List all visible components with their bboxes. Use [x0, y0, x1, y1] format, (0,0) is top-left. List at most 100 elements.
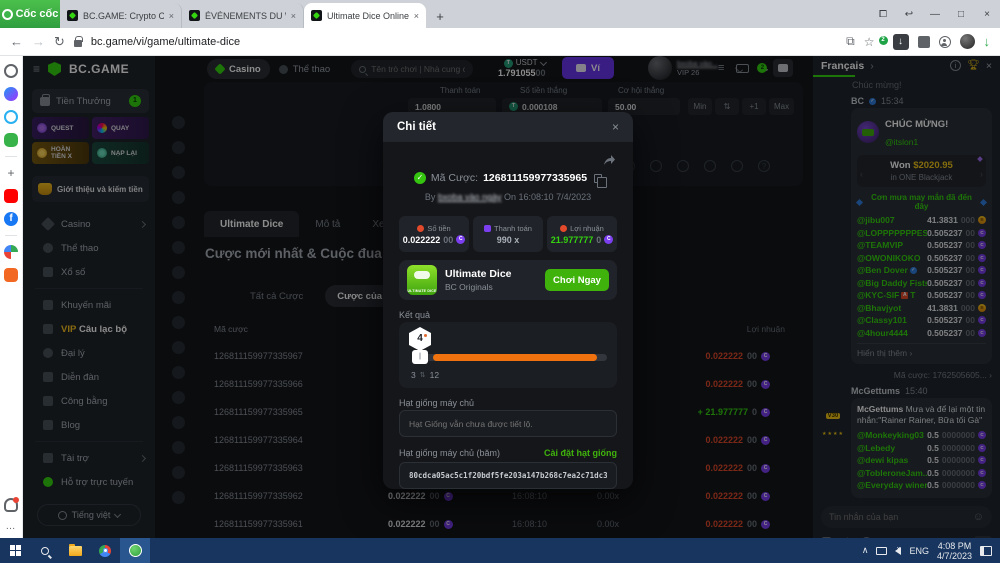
- min-button[interactable]: Min: [688, 98, 712, 115]
- server-seed-box[interactable]: [399, 410, 617, 437]
- copy-icon[interactable]: [594, 174, 602, 183]
- sidebar-item-lottery[interactable]: Xổ số: [23, 260, 155, 284]
- max-button[interactable]: Max: [769, 98, 794, 115]
- cashback-tile[interactable]: HOÀN TIỀN X: [32, 142, 89, 164]
- winner-row[interactable]: @Monkeyking030.50000000C: [857, 429, 986, 442]
- winner-username[interactable]: @itslon1: [885, 137, 918, 147]
- cart-icon[interactable]: [4, 268, 18, 282]
- spin-tile[interactable]: QUAY: [92, 117, 149, 139]
- hashed-seed-box[interactable]: [399, 462, 617, 489]
- wallet-button[interactable]: Ví: [562, 57, 614, 79]
- rewards-button[interactable]: Tiền Thưởng 1: [32, 89, 149, 113]
- rail-icon[interactable]: [172, 341, 185, 354]
- tray-expand-icon[interactable]: ∧: [862, 545, 869, 556]
- winner-row[interactable]: @Classy1010.50523700C: [857, 314, 986, 327]
- nav-casino[interactable]: Casino: [207, 59, 270, 79]
- mail-icon[interactable]: [736, 64, 749, 73]
- hashed-seed-value[interactable]: [409, 471, 607, 480]
- tab-ultimate-dice[interactable]: Ultimate Dice Online Slot - R ×: [304, 3, 426, 28]
- user-profile[interactable]: bxoba vào...VIP 26: [648, 56, 718, 80]
- game-search[interactable]: [351, 60, 473, 78]
- sidebar-item-sponsorship[interactable]: Tài trợ: [23, 446, 155, 470]
- clock[interactable]: 4:08 PM 4/7/2023: [937, 541, 972, 561]
- sidebar-item-fairness[interactable]: Công bằng: [23, 389, 155, 413]
- winner-row[interactable]: @jibu00741.3831000B: [857, 214, 986, 227]
- chat-input-wrap[interactable]: ☺: [821, 506, 992, 528]
- winner-row[interactable]: @Ben Dover✓0.50523700C: [857, 264, 986, 277]
- rail-icon[interactable]: [172, 491, 185, 504]
- modal-close-icon[interactable]: ×: [612, 120, 619, 134]
- emoji-icon[interactable]: ☺: [973, 511, 984, 523]
- rail-icon[interactable]: [172, 141, 185, 154]
- swap-button[interactable]: ⇅: [715, 98, 739, 115]
- trophy-icon[interactable]: 🏆︎: [967, 60, 980, 71]
- turbo-icon[interactable]: [650, 160, 662, 172]
- chat-message-input[interactable]: [829, 512, 967, 522]
- server-seed-input[interactable]: [409, 419, 607, 429]
- forward-icon[interactable]: →: [32, 34, 45, 49]
- winner-row[interactable]: @TobleroneJam...0.50000000C: [857, 467, 986, 480]
- sidebar-item-vip-club[interactable]: VIP Câu lạc bộ: [23, 317, 155, 341]
- bookmark-star-icon[interactable]: ☆: [864, 35, 875, 49]
- winner-row[interactable]: @TEAMVIP0.50523700C: [857, 239, 986, 252]
- sidebar-item-promotions[interactable]: Khuyến mãi: [23, 293, 155, 317]
- coccoc-taskbar-icon[interactable]: [120, 538, 150, 563]
- sidebar-item-sports[interactable]: Thể thao: [23, 236, 155, 260]
- rail-icon[interactable]: [172, 441, 185, 454]
- info-icon[interactable]: i: [950, 60, 961, 71]
- plus-one-button[interactable]: +1: [742, 98, 766, 115]
- back-icon[interactable]: ←: [10, 34, 23, 49]
- winner-row[interactable]: @Bhavjyot41.3831000B: [857, 302, 986, 315]
- seed-settings-link[interactable]: Cài đặt hạt giống: [544, 448, 617, 458]
- download-arrow-icon[interactable]: ↓: [984, 34, 991, 49]
- play-now-button[interactable]: Chơi Ngay: [545, 269, 609, 291]
- gamepad-icon[interactable]: [4, 133, 18, 147]
- winner-row[interactable]: @OWONIKOKO0.50523700C: [857, 252, 986, 265]
- sidebar-item-forum[interactable]: Diễn đàn: [23, 365, 155, 389]
- lock-icon[interactable]: [74, 40, 82, 47]
- youtube-icon[interactable]: [4, 189, 18, 203]
- winner-row[interactable]: @4hour44440.50523700C: [857, 327, 986, 340]
- slider-handle[interactable]: ∥: [412, 350, 428, 364]
- download-tile-icon[interactable]: ↓: [893, 34, 909, 50]
- address-url[interactable]: bc.game/vi/game/ultimate-dice: [91, 36, 240, 48]
- undo-icon[interactable]: ↩: [896, 9, 922, 20]
- sidebar-item-support[interactable]: Hỗ trợ trực tuyến: [23, 470, 155, 494]
- tab-bcgame[interactable]: BC.GAME: Crypto Casino Ga ×: [60, 3, 182, 28]
- messenger-icon[interactable]: [4, 87, 18, 101]
- rail-icon[interactable]: [172, 291, 185, 304]
- bc-logo-text[interactable]: BC.GAME: [69, 62, 129, 76]
- taskbar-search-icon[interactable]: [30, 538, 60, 563]
- referral-button[interactable]: Giới thiệu và kiếm tiền: [32, 176, 149, 202]
- chat-language-tab[interactable]: Français: [821, 60, 864, 72]
- tab-events[interactable]: ÉVÉNEMENTS DU WEEK-EN ×: [182, 3, 304, 28]
- keyboard-language[interactable]: ENG: [909, 546, 929, 556]
- slider-track[interactable]: [419, 354, 607, 361]
- rail-icon[interactable]: [172, 391, 185, 404]
- range-swap-icon[interactable]: ⇅: [420, 371, 426, 379]
- winner-row[interactable]: @Everyday winer0.50000000C: [857, 479, 986, 492]
- notification-bell-icon[interactable]: [4, 498, 18, 512]
- app-icon[interactable]: [4, 245, 18, 259]
- sidebar-item-blog[interactable]: Blog: [23, 413, 155, 437]
- subtab-all-bets[interactable]: Tất cả Cược: [238, 285, 315, 307]
- minimize-button[interactable]: —: [922, 9, 948, 20]
- carousel-left-icon[interactable]: ‹: [860, 169, 863, 179]
- help-icon[interactable]: ?: [758, 160, 770, 172]
- rail-icon[interactable]: [172, 466, 185, 479]
- chrome-icon[interactable]: [90, 538, 120, 563]
- rail-icon[interactable]: [172, 191, 185, 204]
- quest-tile[interactable]: QUEST: [32, 117, 89, 139]
- chat-toggle-icon[interactable]: [773, 59, 793, 77]
- rail-icon[interactable]: [172, 216, 185, 229]
- maximize-button[interactable]: □: [948, 9, 974, 20]
- volume-muted-icon[interactable]: [895, 547, 901, 555]
- chevron-right-icon[interactable]: ›: [870, 60, 874, 72]
- search-input[interactable]: [371, 64, 465, 74]
- hamburger-icon[interactable]: ≡: [33, 62, 40, 76]
- rail-icon[interactable]: [172, 166, 185, 179]
- bet-row[interactable]: 126811159977335961 0.02222200C 16:08:10 …: [190, 512, 798, 538]
- winner-row[interactable]: @Big Daddy Fists0.50523700C: [857, 277, 986, 290]
- tab-description[interactable]: Mô tả: [299, 211, 356, 237]
- sidebar-item-casino[interactable]: Casino: [23, 212, 155, 236]
